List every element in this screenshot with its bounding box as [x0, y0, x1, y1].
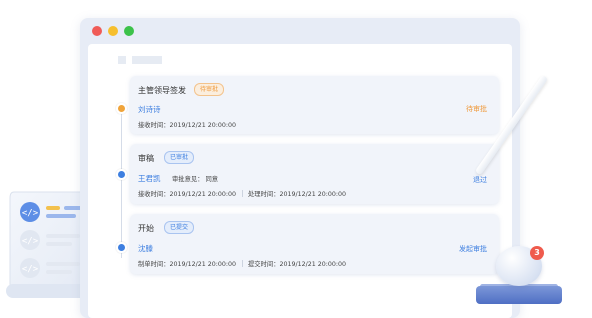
person-link[interactable]: 王君凯 [138, 173, 161, 184]
code-icon: </> [20, 202, 40, 222]
create-time: 制单时间：2019/12/21 20:00:00 [138, 261, 237, 268]
divider [242, 260, 243, 267]
header-placeholder-icon [118, 56, 126, 64]
minimize-window-button[interactable] [108, 26, 118, 36]
notification-badge: 3 [530, 246, 544, 260]
receive-time: 接收时间：2019/12/21 20:00:00 [138, 191, 237, 198]
chat-pedestal [476, 286, 562, 304]
person-link[interactable]: 刘诗诗 [138, 104, 161, 115]
svg-text:</>: </> [22, 265, 39, 275]
status-badge: 已提交 [164, 221, 195, 234]
svg-text:</>: </> [22, 209, 39, 219]
step-title: 审稿 [138, 154, 154, 163]
passed-action-link[interactable]: 退过 [473, 175, 487, 185]
maximize-window-button[interactable] [124, 26, 134, 36]
start-approval-link[interactable]: 发起审批 [459, 244, 487, 254]
timeline-card: 审稿 已审批 王君凯 审批意见： 同意 接收时间：2019/12/21 20:0… [130, 144, 499, 204]
svg-text:</>: </> [22, 237, 39, 247]
timeline-node-approved [118, 171, 125, 178]
header-placeholder-bar [132, 56, 162, 64]
content-panel: 主管领导签发 待审批 刘诗诗 接收时间：2019/12/21 20:00:00 … [88, 44, 512, 318]
step-title: 开始 [138, 224, 154, 233]
approval-opinion: 审批意见： 同意 [172, 176, 219, 183]
timeline-card: 主管领导签发 待审批 刘诗诗 接收时间：2019/12/21 20:00:00 … [130, 76, 499, 134]
divider [242, 190, 243, 197]
person-link[interactable]: 沈滕 [138, 243, 153, 254]
timeline-line [121, 108, 122, 258]
status-badge: 待审批 [194, 83, 225, 96]
step-title: 主管领导签发 [138, 86, 186, 95]
timeline-card: 开始 已提交 沈滕 制单时间：2019/12/21 20:00:00 提交时间：… [130, 214, 499, 274]
process-time: 处理时间：2019/12/21 20:00:00 [248, 191, 347, 198]
submit-time: 提交时间：2019/12/21 20:00:00 [248, 261, 347, 268]
close-window-button[interactable] [92, 26, 102, 36]
pending-action-link[interactable]: 待审批 [466, 104, 487, 114]
timeline-node-pending [118, 105, 125, 112]
app-window: 主管领导签发 待审批 刘诗诗 接收时间：2019/12/21 20:00:00 … [80, 18, 520, 318]
receive-time: 接收时间：2019/12/21 20:00:00 [138, 122, 237, 129]
status-badge: 已审批 [164, 151, 195, 164]
timeline-node-submitted [118, 244, 125, 251]
